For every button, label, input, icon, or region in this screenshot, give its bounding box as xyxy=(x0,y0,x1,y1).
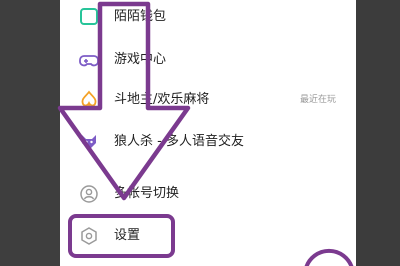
menu-item-game-center[interactable]: 游戏中心 xyxy=(60,40,356,80)
menu-item-label: 斗地主/欢乐麻将 xyxy=(114,92,210,107)
right-dim-area xyxy=(356,0,400,266)
gamepad-icon xyxy=(78,49,100,71)
menu-item-label: 陌陌钱包 xyxy=(114,9,167,24)
menu-item-label: 设置 xyxy=(114,228,141,243)
recently-played-badge: 最近在玩 xyxy=(299,95,336,105)
wolf-icon xyxy=(78,131,100,153)
wallet-icon xyxy=(78,6,100,28)
side-menu-panel: 陌陌钱包 游戏中心 斗地主/欢乐麻将 最近在玩 狼人杀 - 多人语音交友 多帐号… xyxy=(60,0,356,266)
menu-item-poker[interactable]: 斗地主/欢乐麻将 最近在玩 xyxy=(60,80,356,120)
poker-icon xyxy=(78,89,100,111)
settings-icon xyxy=(78,225,100,247)
left-dim-area xyxy=(0,0,60,266)
menu-item-label: 狼人杀 - 多人语音交友 xyxy=(114,134,244,149)
menu-item-settings[interactable]: 设置 xyxy=(60,216,356,256)
menu-item-wallet[interactable]: 陌陌钱包 xyxy=(60,0,356,38)
account-switch-icon xyxy=(78,183,100,205)
menu-item-werewolf[interactable]: 狼人杀 - 多人语音交友 xyxy=(60,122,356,162)
menu-item-label: 多帐号切换 xyxy=(114,186,180,201)
menu-item-account-switch[interactable]: 多帐号切换 xyxy=(60,174,356,214)
menu-item-label: 游戏中心 xyxy=(114,52,167,67)
